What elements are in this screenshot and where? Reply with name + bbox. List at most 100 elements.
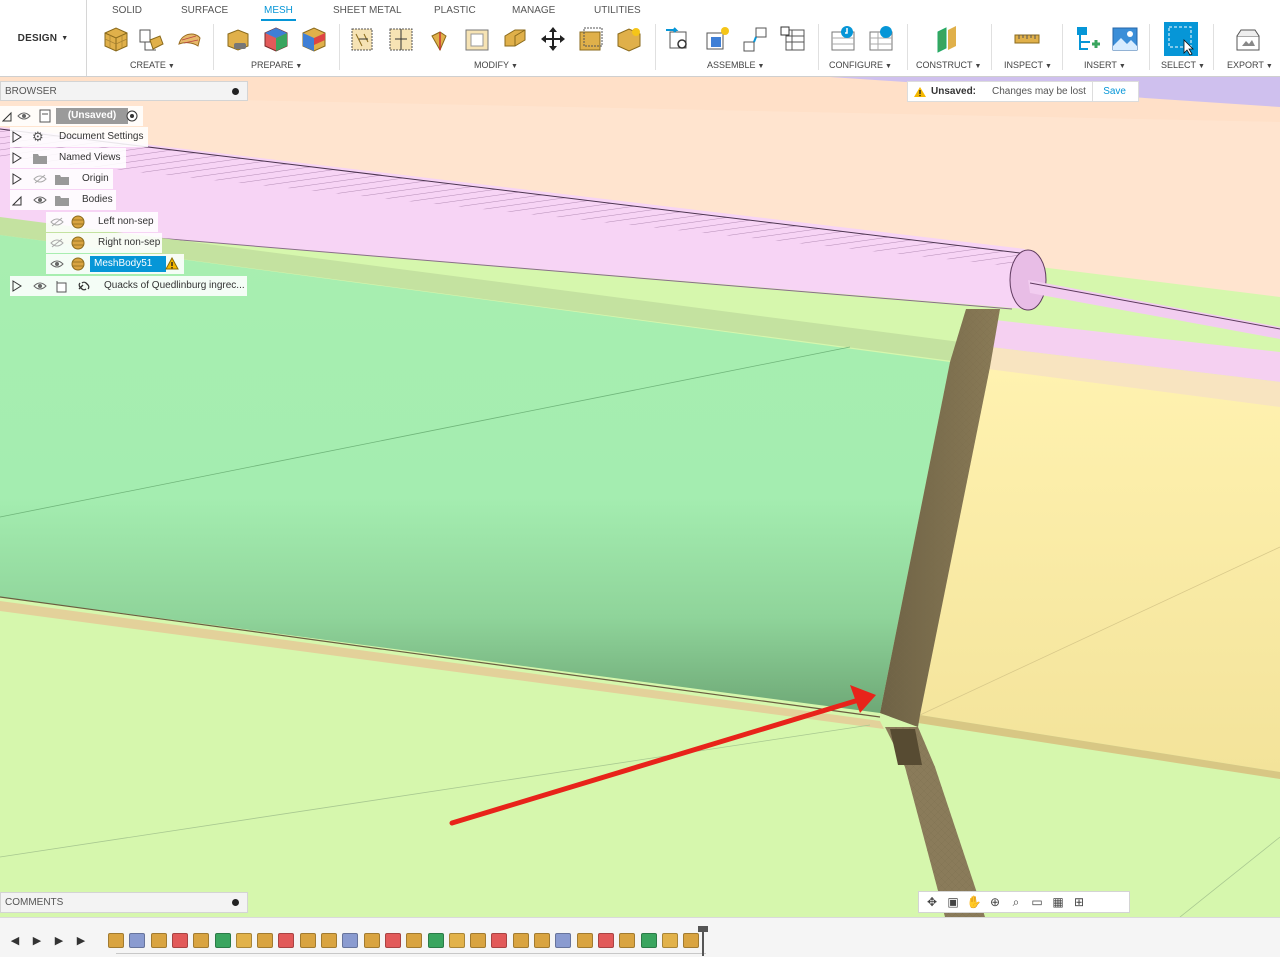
generate-face-groups-icon[interactable] (299, 24, 329, 54)
repair-icon[interactable] (223, 24, 253, 54)
timeline-feature-icon[interactable] (576, 933, 593, 948)
measure-icon[interactable] (1012, 24, 1042, 54)
create-menu[interactable]: CREATE ▼ (130, 60, 175, 70)
select-icon[interactable] (1164, 22, 1198, 56)
browser-item-right-non-sep[interactable]: Right non-sep (46, 233, 162, 253)
timeline-feature-icon[interactable] (661, 933, 678, 948)
timeline-feature-icon[interactable] (619, 933, 636, 948)
tab-manage[interactable]: MANAGE (512, 5, 555, 16)
select-menu[interactable]: SELECT ▼ (1161, 60, 1205, 70)
go-to-start-icon[interactable]: ◀ (8, 934, 22, 947)
display-settings-icon[interactable]: ▭ (1028, 894, 1046, 910)
remesh-icon[interactable] (261, 24, 291, 54)
export-icon[interactable] (1233, 24, 1263, 54)
grid-icon[interactable]: ▦ (1049, 894, 1067, 910)
insert-mesh-icon[interactable] (136, 24, 166, 54)
timeline-feature-icon[interactable] (193, 933, 210, 948)
timeline-feature-icon[interactable] (299, 933, 316, 948)
timeline-feature-icon[interactable] (363, 933, 380, 948)
smooth-icon[interactable] (614, 24, 644, 54)
tab-solid[interactable]: SOLID (112, 5, 142, 16)
browser-item-linked-component[interactable]: Quacks of Quedlinburg ingrec... (10, 276, 247, 296)
zoom-icon[interactable]: ⊕ (986, 894, 1004, 910)
timeline-feature-icon[interactable] (278, 933, 295, 948)
timeline-feature-icon[interactable] (406, 933, 423, 948)
step-back-icon[interactable]: ▶ (30, 934, 44, 947)
eye-icon[interactable] (50, 259, 64, 269)
viewports-icon[interactable]: ⊞ (1070, 894, 1088, 910)
eye-icon[interactable] (33, 195, 47, 205)
tab-surface[interactable]: SURFACE (181, 5, 228, 16)
save-button[interactable]: Save (1092, 82, 1126, 101)
timeline-feature-icon[interactable] (534, 933, 550, 948)
timeline-feature-icon[interactable] (342, 933, 359, 948)
timeline-feature-icon[interactable] (150, 933, 167, 948)
tab-mesh[interactable]: MESH (261, 5, 296, 21)
collapse-triangle-icon[interactable] (2, 110, 12, 122)
inspect-menu[interactable]: INSPECT ▼ (1004, 60, 1052, 70)
joint-icon[interactable] (702, 24, 732, 54)
comments-panel[interactable]: COMMENTS (0, 892, 248, 913)
browser-item-named-views[interactable]: Named Views (10, 148, 126, 168)
offset-plane-icon[interactable] (932, 24, 962, 54)
create-mesh-box-icon[interactable] (101, 24, 131, 54)
browser-item-document-settings[interactable]: ⚙ Document Settings (10, 127, 148, 147)
expand-triangle-icon[interactable] (12, 280, 22, 292)
as-built-joint-icon[interactable] (740, 24, 770, 54)
go-to-end-icon[interactable]: ▶ (74, 934, 88, 947)
timeline-feature-icon[interactable] (108, 933, 124, 948)
timeline-feature-icon[interactable] (321, 933, 337, 948)
expand-triangle-icon[interactable] (12, 152, 22, 164)
insert-canvas-icon[interactable] (1110, 24, 1140, 54)
browser-panel-header[interactable]: BROWSER (0, 81, 248, 101)
configure-table-icon[interactable] (828, 24, 858, 54)
timeline-feature-icon[interactable] (384, 933, 401, 948)
pin-icon[interactable] (232, 88, 239, 95)
timeline-feature-icon[interactable] (555, 933, 572, 948)
tab-utilities[interactable]: UTILITIES (594, 5, 641, 16)
separate-icon[interactable] (386, 24, 416, 54)
timeline-feature-icon[interactable] (683, 933, 700, 948)
activate-radio-icon[interactable] (126, 110, 138, 122)
insert-derive-icon[interactable] (1072, 24, 1102, 54)
configure-menu[interactable]: CONFIGURE ▼ (829, 60, 892, 70)
look-at-icon[interactable]: ▣ (944, 894, 962, 910)
timeline-feature-icon[interactable] (235, 933, 252, 948)
timeline-feature-icon[interactable] (171, 933, 188, 948)
eye-hidden-icon[interactable] (33, 174, 47, 184)
orbit-icon[interactable]: ✥ (923, 894, 941, 910)
prepare-menu[interactable]: PREPARE ▼ (251, 60, 302, 70)
timeline-feature-icon[interactable] (640, 933, 657, 948)
plane-cut-icon[interactable] (348, 24, 378, 54)
browser-root[interactable]: (Unsaved) (0, 106, 143, 126)
3d-viewport[interactable] (0, 77, 1280, 917)
warning-icon[interactable] (165, 257, 179, 270)
pin-icon[interactable] (232, 899, 239, 906)
pan-icon[interactable]: ✋ (965, 894, 983, 910)
timeline-feature-icon[interactable] (257, 933, 274, 948)
model-scene[interactable] (0, 77, 1280, 917)
shell-icon[interactable] (462, 24, 492, 54)
browser-item-left-non-sep[interactable]: Left non-sep (46, 212, 158, 232)
timeline-feature-icon[interactable] (448, 933, 465, 948)
configure-rule-icon[interactable] (866, 24, 896, 54)
browser-item-meshbody51[interactable]: MeshBody51 (46, 254, 184, 274)
tessellate-icon[interactable] (174, 24, 204, 54)
eye-icon[interactable] (33, 281, 47, 291)
move-copy-icon[interactable] (538, 24, 568, 54)
fit-icon[interactable]: ⌕ (1007, 894, 1025, 910)
export-menu[interactable]: EXPORT ▼ (1227, 60, 1273, 70)
bill-of-materials-icon[interactable] (778, 24, 808, 54)
erase-and-fill-icon[interactable] (424, 24, 454, 54)
browser-item-origin[interactable]: Origin (10, 169, 113, 189)
timeline-feature-icon[interactable] (470, 933, 487, 948)
tab-plastic[interactable]: PLASTIC (434, 5, 476, 16)
timeline-feature-icon[interactable] (214, 933, 231, 948)
eye-icon[interactable] (17, 111, 31, 121)
expand-triangle-icon[interactable] (12, 131, 22, 143)
tab-sheet-metal[interactable]: SHEET METAL (333, 5, 402, 16)
timeline-feature-icon[interactable] (512, 933, 529, 948)
construct-menu[interactable]: CONSTRUCT ▼ (916, 60, 981, 70)
timeline-marker[interactable] (698, 926, 708, 956)
eye-hidden-icon[interactable] (50, 238, 64, 248)
